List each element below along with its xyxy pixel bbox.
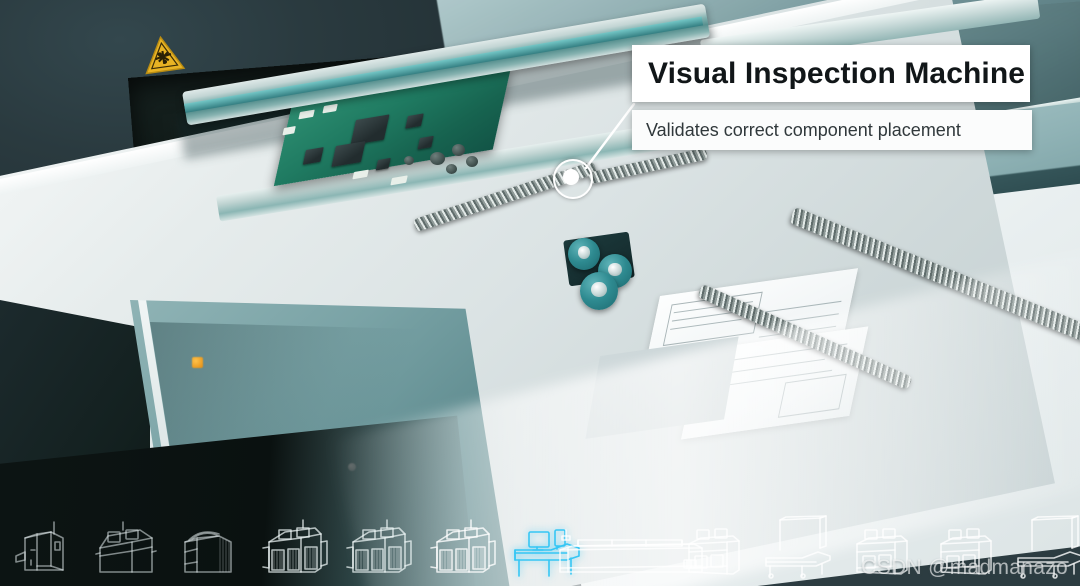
sidebar-item-test-rack[interactable] <box>756 515 840 579</box>
callout-title-box[interactable]: Visual Inspection Machine <box>632 45 1030 102</box>
sidebar-item-stencil-printer[interactable] <box>168 516 252 578</box>
sidebar-item-reflow-oven[interactable] <box>559 516 703 578</box>
conveyor-roller-wheel-3 <box>580 272 618 310</box>
callout-subtitle: Validates correct component placement <box>646 119 961 140</box>
callout-title: Visual Inspection Machine <box>648 56 1026 90</box>
sidebar-item-paste-inspection[interactable] <box>84 516 168 578</box>
sidebar-item-pick-and-place-3[interactable] <box>420 516 504 578</box>
callout-subtitle-box[interactable]: Validates correct component placement <box>632 110 1032 150</box>
sidebar-item-pick-and-place-2[interactable] <box>336 516 420 578</box>
warning-triangle-sticker <box>145 35 186 75</box>
video-frame: Visual Inspection Machine Validates corr… <box>0 0 1080 586</box>
conveyor-roller-wheel <box>568 238 600 270</box>
sidebar-item-solder-paste-printer[interactable] <box>0 516 84 578</box>
orange-sticker-dot <box>192 357 203 368</box>
csdn-watermark: CSDN @madmanazo <box>861 556 1068 579</box>
sidebar-item-pick-and-place-1[interactable] <box>252 516 336 578</box>
sidebar-item-wave-soldering[interactable] <box>672 516 756 578</box>
